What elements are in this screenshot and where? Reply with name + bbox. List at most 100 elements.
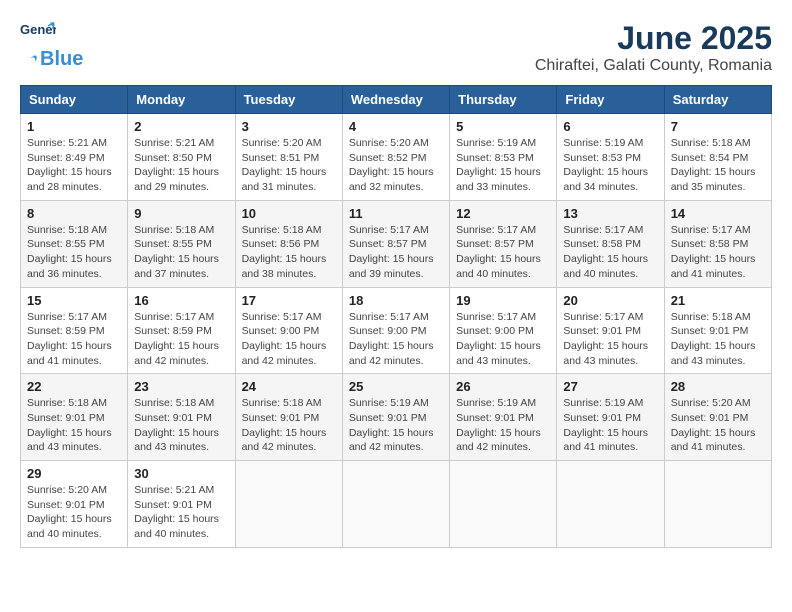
page-header: General Blue June 2025 Chiraftei, Galati… (20, 20, 772, 75)
day-number: 24 (242, 379, 336, 394)
header-monday: Monday (128, 86, 235, 114)
day-info: Sunrise: 5:17 AMSunset: 9:00 PMDaylight:… (456, 310, 550, 369)
day-number: 3 (242, 119, 336, 134)
day-number: 13 (563, 206, 657, 221)
day-number: 18 (349, 293, 443, 308)
day-number: 29 (27, 466, 121, 481)
weekday-header-row: Sunday Monday Tuesday Wednesday Thursday… (21, 86, 772, 114)
day-info: Sunrise: 5:19 AMSunset: 8:53 PMDaylight:… (456, 136, 550, 195)
day-cell-4: 4 Sunrise: 5:20 AMSunset: 8:52 PMDayligh… (342, 114, 449, 201)
day-cell-15: 15 Sunrise: 5:17 AMSunset: 8:59 PMDaylig… (21, 287, 128, 374)
logo: General Blue (20, 20, 83, 71)
day-number: 1 (27, 119, 121, 134)
day-cell-10: 10 Sunrise: 5:18 AMSunset: 8:56 PMDaylig… (235, 200, 342, 287)
day-info: Sunrise: 5:17 AMSunset: 9:00 PMDaylight:… (349, 310, 443, 369)
day-cell-17: 17 Sunrise: 5:17 AMSunset: 9:00 PMDaylig… (235, 287, 342, 374)
day-number: 4 (349, 119, 443, 134)
day-number: 20 (563, 293, 657, 308)
title-area: June 2025 Chiraftei, Galati County, Roma… (535, 20, 772, 75)
day-cell-2: 2 Sunrise: 5:21 AMSunset: 8:50 PMDayligh… (128, 114, 235, 201)
header-thursday: Thursday (450, 86, 557, 114)
day-cell-18: 18 Sunrise: 5:17 AMSunset: 9:00 PMDaylig… (342, 287, 449, 374)
day-info: Sunrise: 5:18 AMSunset: 8:55 PMDaylight:… (134, 223, 228, 282)
day-info: Sunrise: 5:18 AMSunset: 9:01 PMDaylight:… (671, 310, 765, 369)
day-info: Sunrise: 5:17 AMSunset: 8:57 PMDaylight:… (456, 223, 550, 282)
day-info: Sunrise: 5:17 AMSunset: 8:59 PMDaylight:… (134, 310, 228, 369)
day-info: Sunrise: 5:17 AMSunset: 8:58 PMDaylight:… (563, 223, 657, 282)
day-cell-6: 6 Sunrise: 5:19 AMSunset: 8:53 PMDayligh… (557, 114, 664, 201)
day-number: 8 (27, 206, 121, 221)
empty-cell (342, 461, 449, 548)
day-info: Sunrise: 5:19 AMSunset: 8:53 PMDaylight:… (563, 136, 657, 195)
day-info: Sunrise: 5:17 AMSunset: 8:59 PMDaylight:… (27, 310, 121, 369)
day-info: Sunrise: 5:20 AMSunset: 9:01 PMDaylight:… (27, 483, 121, 542)
day-cell-19: 19 Sunrise: 5:17 AMSunset: 9:00 PMDaylig… (450, 287, 557, 374)
day-cell-28: 28 Sunrise: 5:20 AMSunset: 9:01 PMDaylig… (664, 374, 771, 461)
empty-cell (557, 461, 664, 548)
day-info: Sunrise: 5:17 AMSunset: 9:00 PMDaylight:… (242, 310, 336, 369)
empty-cell (235, 461, 342, 548)
day-info: Sunrise: 5:17 AMSunset: 8:57 PMDaylight:… (349, 223, 443, 282)
day-cell-22: 22 Sunrise: 5:18 AMSunset: 9:01 PMDaylig… (21, 374, 128, 461)
day-number: 25 (349, 379, 443, 394)
empty-cell (450, 461, 557, 548)
week-row-5: 29 Sunrise: 5:20 AMSunset: 9:01 PMDaylig… (21, 461, 772, 548)
day-number: 15 (27, 293, 121, 308)
day-number: 21 (671, 293, 765, 308)
day-number: 6 (563, 119, 657, 134)
day-cell-13: 13 Sunrise: 5:17 AMSunset: 8:58 PMDaylig… (557, 200, 664, 287)
empty-cell (664, 461, 771, 548)
day-number: 27 (563, 379, 657, 394)
day-number: 7 (671, 119, 765, 134)
day-number: 17 (242, 293, 336, 308)
day-cell-24: 24 Sunrise: 5:18 AMSunset: 9:01 PMDaylig… (235, 374, 342, 461)
week-row-4: 22 Sunrise: 5:18 AMSunset: 9:01 PMDaylig… (21, 374, 772, 461)
day-cell-16: 16 Sunrise: 5:17 AMSunset: 8:59 PMDaylig… (128, 287, 235, 374)
calendar-table: Sunday Monday Tuesday Wednesday Thursday… (20, 85, 772, 548)
day-cell-14: 14 Sunrise: 5:17 AMSunset: 8:58 PMDaylig… (664, 200, 771, 287)
day-info: Sunrise: 5:21 AMSunset: 9:01 PMDaylight:… (134, 483, 228, 542)
day-cell-7: 7 Sunrise: 5:18 AMSunset: 8:54 PMDayligh… (664, 114, 771, 201)
day-info: Sunrise: 5:18 AMSunset: 8:56 PMDaylight:… (242, 223, 336, 282)
day-number: 22 (27, 379, 121, 394)
day-info: Sunrise: 5:17 AMSunset: 9:01 PMDaylight:… (563, 310, 657, 369)
header-tuesday: Tuesday (235, 86, 342, 114)
day-number: 12 (456, 206, 550, 221)
day-number: 10 (242, 206, 336, 221)
day-cell-1: 1 Sunrise: 5:21 AMSunset: 8:49 PMDayligh… (21, 114, 128, 201)
day-number: 5 (456, 119, 550, 134)
day-cell-29: 29 Sunrise: 5:20 AMSunset: 9:01 PMDaylig… (21, 461, 128, 548)
day-cell-27: 27 Sunrise: 5:19 AMSunset: 9:01 PMDaylig… (557, 374, 664, 461)
week-row-1: 1 Sunrise: 5:21 AMSunset: 8:49 PMDayligh… (21, 114, 772, 201)
day-info: Sunrise: 5:18 AMSunset: 9:01 PMDaylight:… (134, 396, 228, 455)
day-cell-8: 8 Sunrise: 5:18 AMSunset: 8:55 PMDayligh… (21, 200, 128, 287)
day-info: Sunrise: 5:20 AMSunset: 8:51 PMDaylight:… (242, 136, 336, 195)
day-cell-26: 26 Sunrise: 5:19 AMSunset: 9:01 PMDaylig… (450, 374, 557, 461)
day-cell-12: 12 Sunrise: 5:17 AMSunset: 8:57 PMDaylig… (450, 200, 557, 287)
day-number: 14 (671, 206, 765, 221)
logo-icon: General (20, 20, 56, 48)
location-title: Chiraftei, Galati County, Romania (535, 57, 772, 75)
day-info: Sunrise: 5:21 AMSunset: 8:50 PMDaylight:… (134, 136, 228, 195)
day-info: Sunrise: 5:19 AMSunset: 9:01 PMDaylight:… (563, 396, 657, 455)
header-wednesday: Wednesday (342, 86, 449, 114)
header-sunday: Sunday (21, 86, 128, 114)
day-info: Sunrise: 5:18 AMSunset: 9:01 PMDaylight:… (242, 396, 336, 455)
day-number: 28 (671, 379, 765, 394)
day-cell-3: 3 Sunrise: 5:20 AMSunset: 8:51 PMDayligh… (235, 114, 342, 201)
day-cell-25: 25 Sunrise: 5:19 AMSunset: 9:01 PMDaylig… (342, 374, 449, 461)
week-row-2: 8 Sunrise: 5:18 AMSunset: 8:55 PMDayligh… (21, 200, 772, 287)
day-info: Sunrise: 5:21 AMSunset: 8:49 PMDaylight:… (27, 136, 121, 195)
month-title: June 2025 (535, 20, 772, 57)
day-number: 9 (134, 206, 228, 221)
day-number: 19 (456, 293, 550, 308)
day-info: Sunrise: 5:20 AMSunset: 8:52 PMDaylight:… (349, 136, 443, 195)
logo-bird-icon (20, 53, 38, 67)
day-cell-11: 11 Sunrise: 5:17 AMSunset: 8:57 PMDaylig… (342, 200, 449, 287)
day-cell-23: 23 Sunrise: 5:18 AMSunset: 9:01 PMDaylig… (128, 374, 235, 461)
day-number: 16 (134, 293, 228, 308)
day-number: 26 (456, 379, 550, 394)
day-number: 30 (134, 466, 228, 481)
day-cell-9: 9 Sunrise: 5:18 AMSunset: 8:55 PMDayligh… (128, 200, 235, 287)
day-cell-5: 5 Sunrise: 5:19 AMSunset: 8:53 PMDayligh… (450, 114, 557, 201)
